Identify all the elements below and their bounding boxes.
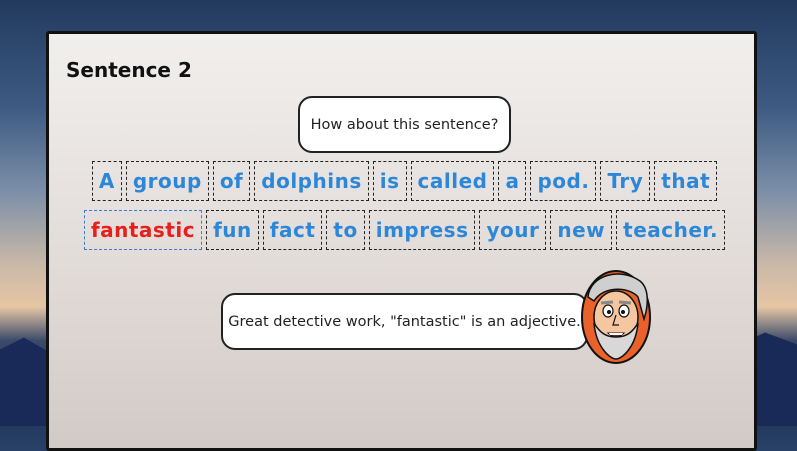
prompt-bubble: How about this sentence? (298, 96, 511, 153)
bearded-teacher-avatar-icon (581, 270, 651, 364)
prompt-text: How about this sentence? (310, 116, 499, 133)
activity-card: Sentence 2 How about this sentence? A gr… (46, 31, 757, 451)
sentence-row-1: A group of dolphins is called a pod. Try… (49, 161, 760, 201)
word-fun[interactable]: fun (206, 210, 259, 250)
word-to[interactable]: to (326, 210, 365, 250)
word-impress[interactable]: impress (368, 210, 476, 250)
feedback-bubble: Great detective work, "fantastic" is an … (221, 293, 588, 350)
word-called[interactable]: called (410, 161, 495, 201)
word-pod[interactable]: pod. (530, 161, 597, 201)
word-is[interactable]: is (372, 161, 407, 201)
word-teacher[interactable]: teacher. (616, 210, 726, 250)
word-fantastic-selected[interactable]: fantastic (83, 210, 203, 250)
word-a-2[interactable]: a (498, 161, 527, 201)
word-fact[interactable]: fact (262, 210, 323, 250)
feedback-text: Great detective work, "fantastic" is an … (228, 313, 581, 330)
word-try[interactable]: Try (600, 161, 651, 201)
word-group[interactable]: group (125, 161, 209, 201)
word-new[interactable]: new (550, 210, 613, 250)
word-of[interactable]: of (212, 161, 251, 201)
sentence-row-2: fantastic fun fact to impress your new t… (49, 210, 760, 250)
section-title: Sentence 2 (66, 58, 192, 82)
word-a[interactable]: A (91, 161, 122, 201)
word-dolphins[interactable]: dolphins (254, 161, 369, 201)
word-that[interactable]: that (654, 161, 718, 201)
word-your[interactable]: your (479, 210, 547, 250)
